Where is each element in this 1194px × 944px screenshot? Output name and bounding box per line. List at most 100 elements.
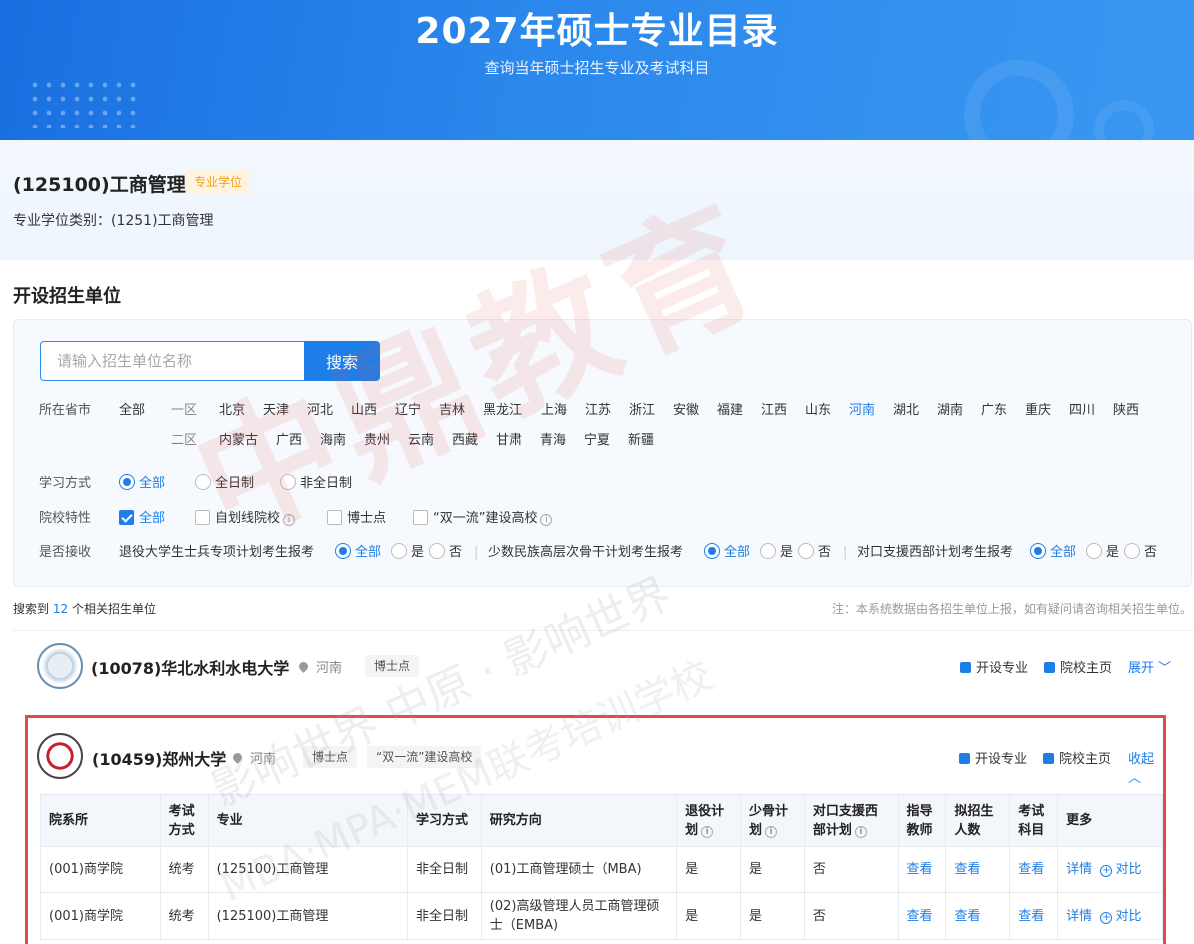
- province-item[interactable]: 海南: [320, 430, 346, 452]
- accept-option[interactable]: 否: [429, 542, 462, 564]
- view-quota-link[interactable]: 查看: [945, 892, 1011, 940]
- details-link[interactable]: 详情: [1066, 862, 1092, 877]
- school-type-option[interactable]: 博士点: [327, 508, 386, 530]
- open-majors-link[interactable]: 开设专业: [959, 748, 1027, 767]
- accept-option[interactable]: 否: [798, 542, 831, 564]
- province-item[interactable]: 湖北: [893, 400, 919, 422]
- accept-row: 是否接收 退役大学生士兵专项计划考生报考 全部 是 否 | 少数民族高层次骨干计…: [14, 542, 1191, 564]
- cell-research-direction: (01)工商管理硕士（MBA): [480, 846, 678, 893]
- info-icon[interactable]: i: [765, 825, 778, 838]
- cell-more: 详情 + 对比: [1057, 846, 1163, 893]
- col-header-advisor: 指导教师: [897, 794, 947, 847]
- school-type-option[interactable]: “双一流”建设高校 i: [413, 508, 553, 530]
- search-input[interactable]: [40, 341, 306, 381]
- page-title: 2027年硕士专业目录: [415, 11, 779, 52]
- view-advisor-link[interactable]: 查看: [897, 846, 947, 893]
- cell-west-plan: 否: [803, 846, 899, 893]
- province-item[interactable]: 辽宁: [395, 400, 421, 422]
- province-item[interactable]: 宁夏: [584, 430, 610, 452]
- page-subtitle: 查询当年硕士招生专业及考试科目: [484, 59, 710, 77]
- school-name[interactable]: (10459)郑州大学: [92, 746, 226, 770]
- province-item[interactable]: 江西: [761, 400, 787, 422]
- open-majors-link[interactable]: 开设专业: [960, 657, 1028, 676]
- province-item[interactable]: 青海: [540, 430, 566, 452]
- info-icon[interactable]: i: [540, 514, 553, 526]
- study-mode-row: 学习方式 全部 全日制 非全日制: [14, 473, 1191, 495]
- view-quota-link[interactable]: 查看: [945, 846, 1011, 893]
- cell-department: (001)商学院: [40, 892, 161, 940]
- col-header-study-mode: 学习方式: [406, 794, 482, 847]
- province-item[interactable]: 天津: [263, 400, 289, 422]
- province-item[interactable]: 浙江: [629, 400, 655, 422]
- province-item[interactable]: 河北: [307, 400, 333, 422]
- checkbox-icon: [195, 510, 210, 525]
- school-home-link[interactable]: 院校主页: [1044, 657, 1112, 676]
- province-all[interactable]: 全部: [119, 400, 145, 422]
- view-advisor-link[interactable]: 查看: [897, 892, 947, 940]
- province-item[interactable]: 西藏: [452, 430, 478, 452]
- details-link[interactable]: 详情: [1066, 909, 1092, 924]
- province-item[interactable]: 湖南: [937, 400, 963, 422]
- school-name[interactable]: (10078)华北水利水电大学: [91, 655, 289, 679]
- province-item[interactable]: 甘肃: [496, 430, 522, 452]
- school-badge: “双一流”建设高校: [367, 746, 482, 768]
- study-mode-option[interactable]: 全日制: [195, 473, 254, 495]
- province-item[interactable]: 重庆: [1025, 400, 1051, 422]
- cell-major: (125100)工商管理: [207, 892, 408, 940]
- view-subjects-link[interactable]: 查看: [1009, 892, 1059, 940]
- col-header-more: 更多: [1057, 794, 1163, 847]
- province-item[interactable]: 安徽: [673, 400, 699, 422]
- accept-option[interactable]: 否: [1124, 542, 1157, 564]
- province-item[interactable]: 广西: [276, 430, 302, 452]
- col-header-major: 专业: [207, 794, 408, 847]
- province-item-selected[interactable]: 河南: [849, 400, 875, 422]
- accept-option[interactable]: 全部: [704, 542, 750, 564]
- province-item[interactable]: 吉林: [439, 400, 465, 422]
- col-header-exam-subjects: 考试科目: [1009, 794, 1059, 847]
- cell-more: 详情 + 对比: [1057, 892, 1163, 940]
- province-item[interactable]: 贵州: [364, 430, 390, 452]
- accept-option[interactable]: 全部: [1030, 542, 1076, 564]
- checkbox-icon: [413, 510, 428, 525]
- province-item[interactable]: 广东: [981, 400, 1007, 422]
- compare-link[interactable]: + 对比: [1100, 909, 1141, 924]
- province-item[interactable]: 北京: [219, 400, 245, 422]
- province-item[interactable]: 四川: [1069, 400, 1095, 422]
- school-home-link[interactable]: 院校主页: [1043, 748, 1111, 767]
- province-item[interactable]: 福建: [717, 400, 743, 422]
- province-item[interactable]: 新疆: [628, 430, 654, 452]
- school-type-option[interactable]: 自划线院校 i: [195, 508, 296, 530]
- province-item[interactable]: 内蒙古: [219, 430, 258, 452]
- accept-group-label: 对口支援西部计划考生报考: [857, 545, 1014, 560]
- province-item[interactable]: 云南: [408, 430, 434, 452]
- school-logo: [37, 733, 83, 779]
- cell-west-plan: 否: [803, 892, 899, 940]
- school-badge: 博士点: [365, 655, 420, 677]
- radio-icon: [798, 543, 814, 559]
- expand-toggle[interactable]: 展开 ﹀: [1128, 657, 1171, 676]
- accept-option[interactable]: 是: [760, 542, 793, 564]
- search-button[interactable]: 搜索: [304, 341, 380, 381]
- accept-option[interactable]: 是: [391, 542, 424, 564]
- accept-option[interactable]: 是: [1086, 542, 1119, 564]
- radio-icon: [391, 543, 407, 559]
- info-icon[interactable]: i: [854, 825, 867, 838]
- study-mode-option[interactable]: 非全日制: [280, 473, 352, 495]
- collapse-toggle[interactable]: 收起 ︿: [1128, 748, 1163, 786]
- info-icon[interactable]: i: [283, 514, 296, 526]
- province-item[interactable]: 山西: [351, 400, 377, 422]
- col-header-quota: 拟招生人数: [945, 794, 1011, 847]
- result-count: 搜索到 12 个相关招生单位: [13, 602, 156, 616]
- study-mode-option[interactable]: 全部: [119, 473, 165, 495]
- province-item[interactable]: 陕西: [1113, 400, 1139, 422]
- province-item[interactable]: 山东: [805, 400, 831, 422]
- cell-minority-plan: 是: [740, 892, 805, 940]
- school-type-option[interactable]: 全部: [119, 508, 165, 530]
- accept-option[interactable]: 全部: [335, 542, 381, 564]
- info-icon[interactable]: i: [701, 825, 714, 838]
- province-item[interactable]: 江苏: [585, 400, 611, 422]
- view-subjects-link[interactable]: 查看: [1009, 846, 1059, 893]
- province-item[interactable]: 上海: [541, 400, 567, 422]
- compare-link[interactable]: + 对比: [1100, 862, 1141, 877]
- province-item[interactable]: 黑龙江: [483, 400, 522, 422]
